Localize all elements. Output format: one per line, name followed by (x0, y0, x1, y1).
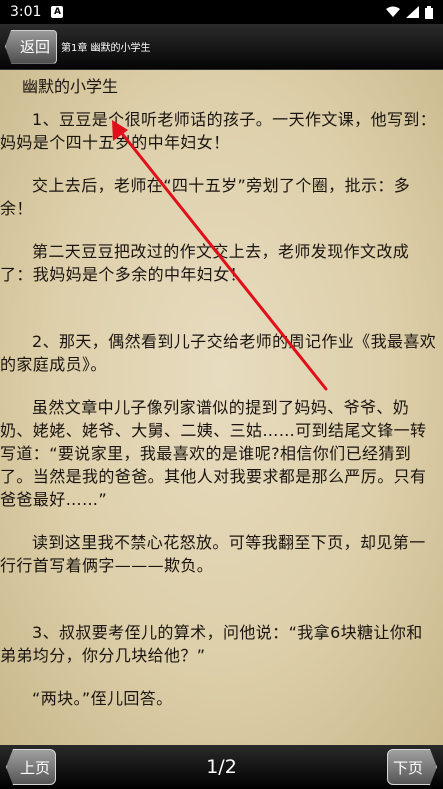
title-bar: 返回 第1章 幽默的小学生 (0, 24, 443, 70)
paragraph: 1、豆豆是个很听老师话的孩子。一天作文课，他写到：妈妈是个四十五岁的中年妇女！ (0, 110, 437, 152)
reader-page[interactable]: 幽默的小学生 1、豆豆是个很听老师话的孩子。一天作文课，他写到：妈妈是个四十五岁… (0, 70, 443, 745)
paragraph: 虽然文章中儿子像列家谱似的提到了妈妈、爷爷、奶奶、姥姥、姥爷、大舅、二姨、三姑…… (0, 398, 427, 509)
reader-text: 幽默的小学生 1、豆豆是个很听老师话的孩子。一天作文课，他写到：妈妈是个四十五岁… (0, 70, 443, 710)
bottom-bar: 上页 1/2 下页 (0, 745, 443, 789)
next-page-button[interactable]: 下页 (386, 749, 437, 785)
paragraph: 3、叔叔要考侄儿的算术，问他说：“我拿6块糖让你和弟弟均分，你分几块给他？” (0, 623, 423, 665)
paragraph: 2、那天，偶然看到儿子交给老师的周记作业《我最喜欢的家庭成员》。 (0, 332, 437, 374)
prev-page-button[interactable]: 上页 (6, 749, 56, 785)
signal-icon (406, 6, 419, 18)
paragraph: “两块。”侄儿回答。 (32, 689, 173, 708)
wifi-icon (386, 6, 400, 17)
chapter-title: 第1章 幽默的小学生 (61, 43, 151, 54)
battery-icon (425, 5, 433, 19)
paragraph: 交上去后，老师在“四十五岁”旁划了个圈，批示：多余！ (0, 176, 411, 218)
paragraph: 第二天豆豆把改过的作文交上去，老师发现作文改成了：我妈妈是个多余的中年妇女！ (0, 242, 410, 284)
status-icons (386, 5, 433, 19)
status-bar: 3:01 A (0, 0, 443, 24)
status-time: 3:01 (10, 4, 42, 20)
article-title: 幽默的小学生 (22, 77, 119, 96)
back-button[interactable]: 返回 (5, 29, 57, 64)
page-indicator: 1/2 (206, 756, 237, 778)
notification-icon: A (51, 6, 64, 18)
paragraph: 读到这里我不禁心花怒放。可等我翻至下页，却见第一行行首写着俩字———欺负。 (0, 533, 426, 575)
